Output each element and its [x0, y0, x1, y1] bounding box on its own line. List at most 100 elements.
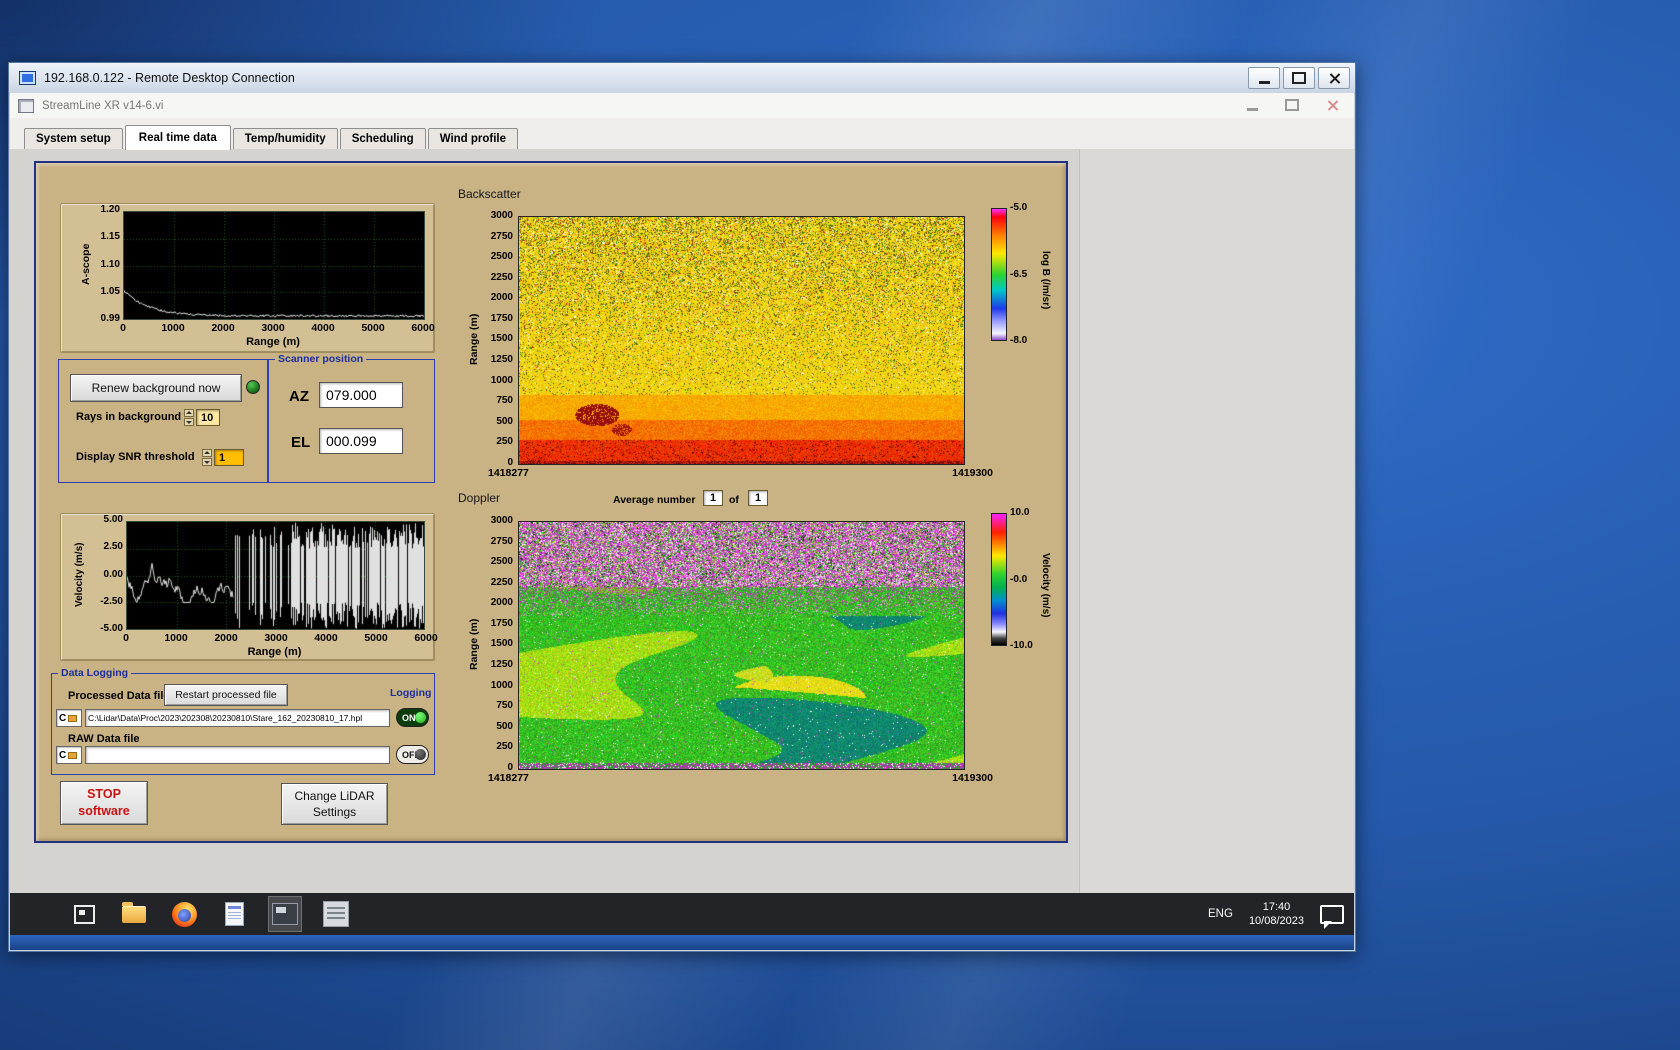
average-number-label: Average number: [613, 494, 695, 506]
renew-background-button[interactable]: Renew background now: [70, 374, 242, 402]
app-window-title: StreamLine XR v14-6.vi: [42, 100, 163, 112]
firefox-button[interactable]: [168, 897, 200, 931]
tick-label: 2000: [491, 598, 513, 608]
raw-drive-selector[interactable]: C: [56, 746, 82, 764]
app-minimize-button[interactable]: [1238, 95, 1266, 115]
tick-label: 2000: [491, 293, 513, 303]
doppler-colorbar: [991, 513, 1007, 646]
streamline-app-button[interactable]: [268, 896, 302, 932]
app-maximize-button[interactable]: [1278, 95, 1306, 115]
tick-label: -10.0: [1010, 641, 1044, 651]
tick-label: 2500: [491, 252, 513, 262]
app-close-button[interactable]: [1318, 95, 1346, 115]
remote-desktop-strip: [10, 935, 1354, 950]
doppler-y-ticks: 3000 2750 2500 2250 2000 1750 1500 1250 1000 750 5…: [478, 516, 513, 773]
vi-app-icon: [18, 99, 34, 113]
raw-path-input[interactable]: [85, 746, 390, 764]
restart-processed-file-button[interactable]: Restart processed file: [164, 684, 288, 706]
tick-label: 250: [496, 437, 513, 447]
processed-path-input[interactable]: [85, 709, 390, 727]
tick-label: 1000: [491, 681, 513, 691]
file-explorer-button[interactable]: [118, 897, 150, 931]
ascope-plot: [123, 211, 425, 320]
rays-in-background-label: Rays in background: [76, 411, 181, 423]
raw-logging-toggle[interactable]: OFF: [396, 745, 429, 764]
tick-label: -2.50: [100, 597, 123, 607]
folder-icon: [68, 715, 77, 722]
tick-label: 5.00: [104, 515, 123, 525]
change-settings-line1: Change LiDAR: [294, 788, 374, 804]
tab-temp-humidity[interactable]: Temp/humidity: [233, 128, 338, 150]
document-app-button[interactable]: [218, 897, 250, 931]
tick-label: 2750: [491, 537, 513, 547]
azimuth-label: AZ: [289, 388, 309, 405]
tab-wind-profile[interactable]: Wind profile: [428, 128, 518, 150]
of-label: of: [729, 494, 739, 506]
scan-scheduler-button[interactable]: [320, 897, 352, 931]
folder-icon: [68, 752, 77, 759]
toggle-knob: [415, 712, 426, 723]
tab-real-time-data[interactable]: Real time data: [125, 125, 231, 150]
tick-label: 6000: [406, 323, 440, 334]
drive-letter: C: [59, 713, 66, 724]
tick-label: 5000: [359, 633, 393, 644]
snr-threshold-label: Display SNR threshold: [76, 451, 195, 463]
tick-label: 1250: [491, 660, 513, 670]
firefox-icon: [172, 902, 197, 927]
snr-value-field[interactable]: 1: [214, 449, 244, 466]
front-panel: A-scope 1.20 1.15 1.10 1.05 0.99 0 1000 2000 30…: [10, 149, 1354, 893]
doppler-title: Doppler: [458, 491, 500, 505]
velocity-x-axis-label: Range (m): [126, 646, 423, 658]
doppler-x-end: 1419300: [952, 773, 993, 784]
taskbar-clock[interactable]: 17:40 10/08/2023: [1249, 900, 1304, 929]
ascope-x-ticks: 0 1000 2000 3000 4000 5000 6000: [106, 323, 440, 334]
tick-label: 3000: [259, 633, 293, 644]
language-indicator[interactable]: ENG: [1208, 908, 1233, 920]
rays-value-field[interactable]: 10: [196, 409, 220, 426]
stop-button-line2: software: [78, 803, 129, 820]
stop-button-line1: STOP: [87, 786, 121, 803]
stop-software-button[interactable]: STOP software: [60, 781, 148, 825]
tick-label: 1.15: [101, 232, 120, 242]
tab-system-setup[interactable]: System setup: [24, 128, 123, 150]
background-controls-group: Renew background now Rays in background …: [58, 359, 268, 483]
processed-drive-selector[interactable]: C: [56, 709, 82, 727]
tick-label: 0: [109, 633, 143, 644]
tick-label: 500: [496, 417, 513, 427]
rdp-maximize-button[interactable]: [1283, 67, 1315, 89]
processed-logging-toggle[interactable]: ON: [396, 708, 429, 727]
rdp-close-button[interactable]: [1318, 67, 1350, 89]
elevation-value-field[interactable]: 000.099: [319, 428, 403, 454]
scanner-position-group: Scanner position AZ 079.000 EL 000.099: [268, 359, 435, 483]
velocity-y-ticks: 5.00 2.50 0.00 -2.50 -5.00: [87, 515, 123, 634]
tick-label: 4000: [306, 323, 340, 334]
scanner-position-title: Scanner position: [275, 353, 366, 365]
minimize-icon: [1259, 81, 1270, 84]
doppler-colorbar-label: Velocity (m/s): [1040, 518, 1051, 653]
close-icon: [1326, 99, 1339, 112]
change-lidar-settings-button[interactable]: Change LiDAR Settings: [281, 783, 388, 825]
tick-label: 1000: [159, 633, 193, 644]
drive-letter: C: [59, 750, 66, 761]
change-settings-line2: Settings: [313, 804, 356, 820]
rdp-titlebar[interactable]: 192.168.0.122 - Remote Desktop Connectio…: [9, 63, 1355, 94]
app-titlebar[interactable]: StreamLine XR v14-6.vi: [10, 93, 1354, 119]
background-led-indicator: [246, 380, 260, 394]
tab-scheduling[interactable]: Scheduling: [340, 128, 426, 150]
tick-label: -6.5: [1010, 270, 1040, 280]
maximize-icon: [1285, 99, 1299, 111]
scan-scheduler-icon: [323, 901, 349, 927]
task-view-button[interactable]: [68, 897, 100, 931]
backscatter-x-labels: 1418277 1419300: [488, 468, 993, 479]
snr-spinner[interactable]: [202, 449, 212, 466]
tick-label: 1000: [491, 376, 513, 386]
azimuth-value-field[interactable]: 079.000: [319, 382, 403, 408]
rdp-minimize-button[interactable]: [1248, 67, 1280, 89]
average-count-field[interactable]: 1: [748, 490, 768, 506]
rays-spinner[interactable]: [184, 409, 194, 426]
tick-label: 250: [496, 742, 513, 752]
notification-center-icon[interactable]: [1320, 905, 1344, 924]
average-number-field[interactable]: 1: [703, 490, 723, 506]
tick-label: 1250: [491, 355, 513, 365]
tick-label: 2750: [491, 232, 513, 242]
